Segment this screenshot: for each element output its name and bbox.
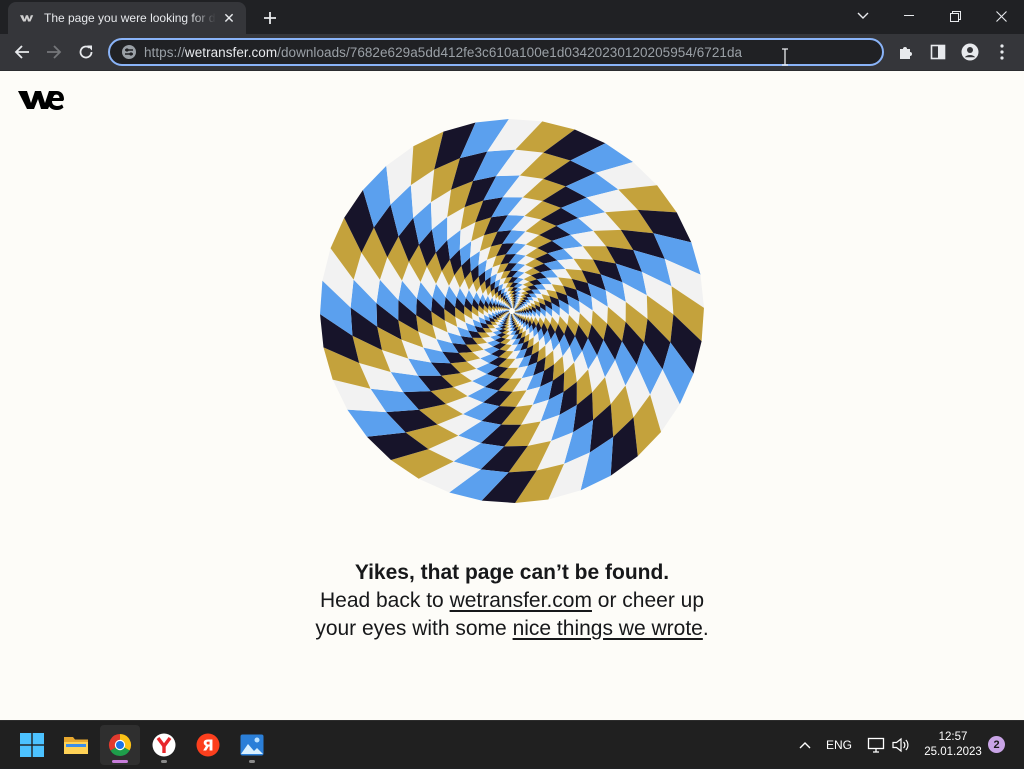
yandex-browser-taskbar-button[interactable] <box>144 725 184 765</box>
minimize-icon <box>904 15 914 17</box>
clock-date: 25.01.2023 <box>924 745 982 760</box>
running-indicator <box>112 760 128 763</box>
page-content: Yikes, that page can’t be found. Head ba… <box>0 71 1024 720</box>
side-panel-button[interactable] <box>924 38 952 66</box>
chevron-down-icon <box>857 12 869 20</box>
close-icon <box>996 11 1007 22</box>
extensions-button[interactable] <box>892 38 920 66</box>
notification-count-badge[interactable]: 2 <box>988 736 1005 753</box>
network-icon <box>867 737 885 753</box>
address-bar[interactable]: https://wetransfer.com/downloads/7682e62… <box>108 38 884 66</box>
restore-icon <box>950 11 961 22</box>
tab-search-button[interactable] <box>840 0 886 32</box>
show-hidden-icons-button[interactable] <box>794 721 816 769</box>
profile-icon <box>961 43 979 61</box>
yandex-browser-icon <box>152 733 176 757</box>
browser-toolbar: https://wetransfer.com/downloads/7682e62… <box>0 34 1024 71</box>
new-tab-button[interactable] <box>256 6 284 30</box>
yandex-icon: Я <box>196 733 220 757</box>
nice-things-link[interactable]: nice things we wrote <box>513 617 703 640</box>
back-button[interactable] <box>8 38 36 66</box>
tab-strip: The page you were looking for doesn't ex… <box>0 0 1024 34</box>
running-indicator <box>249 760 255 763</box>
back-arrow-icon <box>14 44 30 60</box>
url-text: https://wetransfer.com/downloads/7682e62… <box>144 45 742 60</box>
folder-icon <box>63 734 89 756</box>
start-button[interactable] <box>12 725 52 765</box>
chrome-icon <box>108 733 132 757</box>
volume-icon <box>892 737 910 753</box>
error-body: Head back to wetransfer.com or cheer up … <box>312 587 712 643</box>
running-indicator <box>161 760 167 763</box>
url-path: /downloads/7682e629a5dd412fe3c610a100e1d… <box>277 45 742 60</box>
input-language-indicator[interactable]: ENG <box>822 721 856 769</box>
url-scheme: https:// <box>144 45 185 60</box>
file-explorer-button[interactable] <box>56 725 96 765</box>
photos-taskbar-button[interactable] <box>232 725 272 765</box>
wetransfer-favicon-icon <box>20 10 36 26</box>
wetransfer-logo[interactable] <box>18 87 64 111</box>
chevron-up-icon <box>799 741 811 749</box>
error-text-suffix: . <box>703 617 709 640</box>
spiral-illusion-image <box>320 119 704 503</box>
clock-time: 12:57 <box>939 730 968 745</box>
network-status-button[interactable] <box>866 721 886 769</box>
chrome-taskbar-button[interactable] <box>100 725 140 765</box>
more-vert-icon <box>1000 44 1004 60</box>
site-info-tune-icon[interactable] <box>120 43 138 61</box>
close-window-button[interactable] <box>978 0 1024 32</box>
svg-text:Я: Я <box>202 737 214 755</box>
reload-button[interactable] <box>72 38 100 66</box>
reload-icon <box>78 44 94 60</box>
plus-icon <box>263 11 277 25</box>
side-panel-icon <box>930 44 946 60</box>
system-clock[interactable]: 12:57 25.01.2023 <box>918 721 988 769</box>
minimize-button[interactable] <box>886 0 932 32</box>
error-text-prefix: Head back to <box>320 589 444 612</box>
volume-button[interactable] <box>890 721 912 769</box>
photos-icon <box>240 734 264 756</box>
forward-button[interactable] <box>40 38 68 66</box>
windows-logo-icon <box>20 733 44 757</box>
error-message: Yikes, that page can’t be found. Head ba… <box>312 559 712 643</box>
windows-taskbar: Я ENG 12:57 25.01.2023 2 <box>0 720 1024 768</box>
text-cursor-icon <box>780 48 790 66</box>
tab-title: The page you were looking for doesn't ex… <box>44 11 216 25</box>
wetransfer-home-link[interactable]: wetransfer.com <box>450 589 592 612</box>
profile-button[interactable] <box>956 38 984 66</box>
yandex-taskbar-button[interactable]: Я <box>188 725 228 765</box>
tab-close-icon[interactable]: ✕ <box>220 9 238 27</box>
forward-arrow-icon <box>46 44 62 60</box>
browser-tab[interactable]: The page you were looking for doesn't ex… <box>8 2 246 34</box>
restore-button[interactable] <box>932 0 978 32</box>
browser-menu-button[interactable] <box>988 38 1016 66</box>
puzzle-icon <box>898 44 914 60</box>
error-title: Yikes, that page can’t be found. <box>312 559 712 587</box>
url-host: wetransfer.com <box>185 45 277 60</box>
